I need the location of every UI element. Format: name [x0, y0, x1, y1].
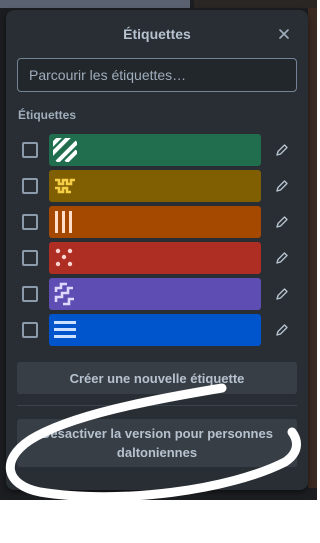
label-checkbox[interactable] — [22, 322, 38, 338]
label-checkbox[interactable] — [22, 142, 38, 158]
label-swatch-yellow[interactable] — [49, 170, 261, 202]
label-checkbox[interactable] — [22, 178, 38, 194]
pencil-icon[interactable] — [273, 213, 291, 231]
label-row — [6, 314, 308, 346]
labels-section-heading: Étiquettes — [18, 108, 77, 122]
labels-popover: Étiquettes Étiquettes — [6, 10, 308, 490]
pencil-icon[interactable] — [273, 321, 291, 339]
pencil-icon[interactable] — [273, 141, 291, 159]
background-strip-right — [194, 0, 317, 8]
label-checkbox[interactable] — [22, 286, 38, 302]
dots-pattern-icon — [55, 248, 73, 267]
popover-title: Étiquettes — [123, 26, 191, 42]
label-swatch-green[interactable] — [49, 134, 261, 166]
search-labels-input[interactable] — [17, 58, 297, 92]
label-checkbox[interactable] — [22, 250, 38, 266]
zigzag-pattern-icon — [55, 178, 75, 194]
background-strip-left — [0, 0, 190, 8]
label-row — [6, 242, 308, 274]
label-checkbox[interactable] — [22, 214, 38, 230]
colorblind-button-line1: Désactiver la version pour personnes — [41, 426, 273, 441]
colorblind-button-line2: daltoniennes — [116, 445, 198, 460]
pencil-icon[interactable] — [273, 285, 291, 303]
create-label-button[interactable]: Créer une nouvelle étiquette — [17, 362, 297, 394]
diagonal-stripes-pattern-icon — [53, 138, 77, 162]
background-right-edge — [308, 8, 317, 488]
label-row — [6, 206, 308, 238]
close-icon[interactable] — [274, 24, 294, 44]
label-swatch-red[interactable] — [49, 242, 261, 274]
pencil-icon[interactable] — [273, 249, 291, 267]
divider — [17, 405, 297, 406]
label-swatch-purple[interactable] — [49, 278, 261, 310]
label-swatch-orange[interactable] — [49, 206, 261, 238]
steps-pattern-icon — [54, 282, 74, 306]
horizontal-lines-pattern-icon — [54, 321, 76, 338]
label-row — [6, 170, 308, 202]
vertical-bars-pattern-icon — [55, 211, 72, 233]
pencil-icon[interactable] — [273, 177, 291, 195]
label-row — [6, 134, 308, 166]
label-row — [6, 278, 308, 310]
colorblind-mode-button[interactable]: Désactiver la version pour personnes dal… — [17, 419, 297, 467]
label-swatch-blue[interactable] — [49, 314, 261, 346]
